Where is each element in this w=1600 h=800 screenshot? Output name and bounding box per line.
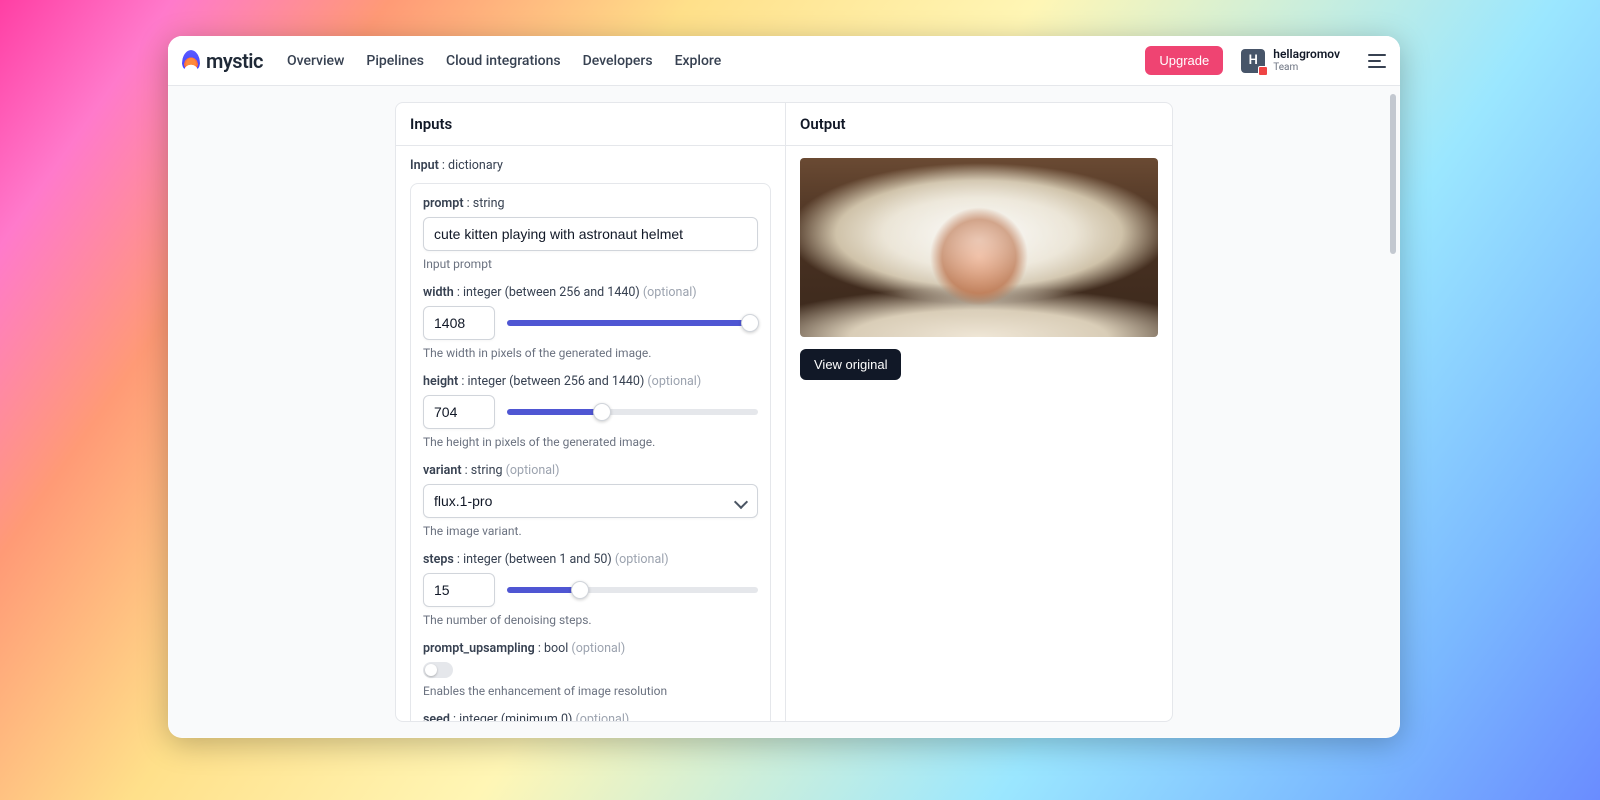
generated-image[interactable] <box>800 158 1158 337</box>
inputs-column: Inputs Input : dictionary prompt : <box>396 103 786 721</box>
scrollbar-thumb[interactable] <box>1390 94 1396 254</box>
help-prompt-upsampling: Enables the enhancement of image resolut… <box>423 684 758 698</box>
output-header: Output <box>786 103 1172 146</box>
inputs-header: Inputs <box>396 103 785 146</box>
user-meta: hellagromov Team <box>1273 48 1340 72</box>
topbar: mystic Overview Pipelines Cloud integrat… <box>168 36 1400 86</box>
output-column: Output View original <box>786 103 1172 721</box>
field-width: width : integer (between 256 and 1440) (… <box>423 285 758 360</box>
upgrade-button[interactable]: Upgrade <box>1145 46 1223 75</box>
view-original-button[interactable]: View original <box>800 349 901 380</box>
width-input[interactable] <box>423 306 495 340</box>
field-seed: seed : integer (minimum 0) (optional) Ru… <box>423 712 758 721</box>
label-seed: seed : integer (minimum 0) (optional) <box>423 712 758 721</box>
prompt-upsampling-toggle[interactable] <box>423 662 453 678</box>
flame-icon <box>182 50 200 72</box>
avatar-badge-icon <box>1258 66 1268 76</box>
avatar-initial: H <box>1249 53 1258 68</box>
help-variant: The image variant. <box>423 524 758 538</box>
prompt-input[interactable] <box>423 217 758 251</box>
label-prompt: prompt : string <box>423 196 758 211</box>
label-width: width : integer (between 256 and 1440) (… <box>423 285 758 300</box>
menu-icon[interactable] <box>1368 54 1386 68</box>
field-height: height : integer (between 256 and 1440) … <box>423 374 758 449</box>
dictionary-box: prompt : string Input prompt width <box>410 183 771 721</box>
help-steps: The number of denoising steps. <box>423 613 758 627</box>
nav-explore[interactable]: Explore <box>675 53 722 69</box>
nav-overview[interactable]: Overview <box>287 53 344 69</box>
field-variant: variant : string (optional) The image v <box>423 463 758 538</box>
input-dictionary-label: Input : dictionary <box>410 158 771 173</box>
nav-pipelines[interactable]: Pipelines <box>366 53 424 69</box>
help-width: The width in pixels of the generated ima… <box>423 346 758 360</box>
nav-cloud[interactable]: Cloud integrations <box>446 53 561 69</box>
label-prompt-upsampling: prompt_upsampling : bool (optional) <box>423 641 758 656</box>
scrollbar[interactable] <box>1388 90 1396 728</box>
variant-select[interactable] <box>423 484 758 518</box>
height-input[interactable] <box>423 395 495 429</box>
brand[interactable]: mystic <box>182 49 263 73</box>
main: Inputs Input : dictionary prompt : <box>168 86 1400 738</box>
user-chip[interactable]: H hellagromov Team <box>1241 48 1340 72</box>
field-prompt-upsampling: prompt_upsampling : bool (optional) Enab… <box>423 641 758 698</box>
label-height: height : integer (between 256 and 1440) … <box>423 374 758 389</box>
nav: Overview Pipelines Cloud integrations De… <box>287 53 721 69</box>
user-team: Team <box>1273 62 1340 73</box>
width-slider[interactable] <box>507 314 758 332</box>
steps-input[interactable] <box>423 573 495 607</box>
help-height: The height in pixels of the generated im… <box>423 435 758 449</box>
nav-developers[interactable]: Developers <box>583 53 653 69</box>
field-steps: steps : integer (between 1 and 50) (opti… <box>423 552 758 627</box>
output-body: View original <box>786 146 1172 392</box>
label-variant: variant : string (optional) <box>423 463 758 478</box>
app-window: mystic Overview Pipelines Cloud integrat… <box>168 36 1400 738</box>
brand-name: mystic <box>206 49 263 73</box>
inputs-body: Input : dictionary prompt : string <box>396 146 785 721</box>
height-slider[interactable] <box>507 403 758 421</box>
steps-slider[interactable] <box>507 581 758 599</box>
io-panel: Inputs Input : dictionary prompt : <box>395 102 1173 722</box>
field-prompt: prompt : string Input prompt <box>423 196 758 271</box>
help-prompt: Input prompt <box>423 257 758 271</box>
user-name: hellagromov <box>1273 48 1340 61</box>
avatar: H <box>1241 49 1265 73</box>
label-steps: steps : integer (between 1 and 50) (opti… <box>423 552 758 567</box>
